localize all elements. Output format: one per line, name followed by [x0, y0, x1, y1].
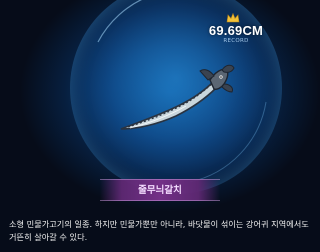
fish-name: 줄무늬갈치 — [138, 185, 182, 196]
fish-body — [120, 80, 217, 130]
fish-description: 소형 민물가고기의 일종. 하지만 민물가뿐만 아니라, 바닷물이 섞이는 강어… — [9, 219, 309, 242]
fish-name-plate: 줄무늬갈치 — [100, 179, 220, 201]
catch-result-scene: 69.69CM RECORD 줄무늬갈치 소형 민물가고기의 일종. 하지만 민… — [0, 0, 320, 252]
catch-size-value: 69.69CM — [208, 23, 264, 38]
fish-illustration — [120, 64, 235, 130]
record-label: RECORD — [223, 38, 249, 44]
